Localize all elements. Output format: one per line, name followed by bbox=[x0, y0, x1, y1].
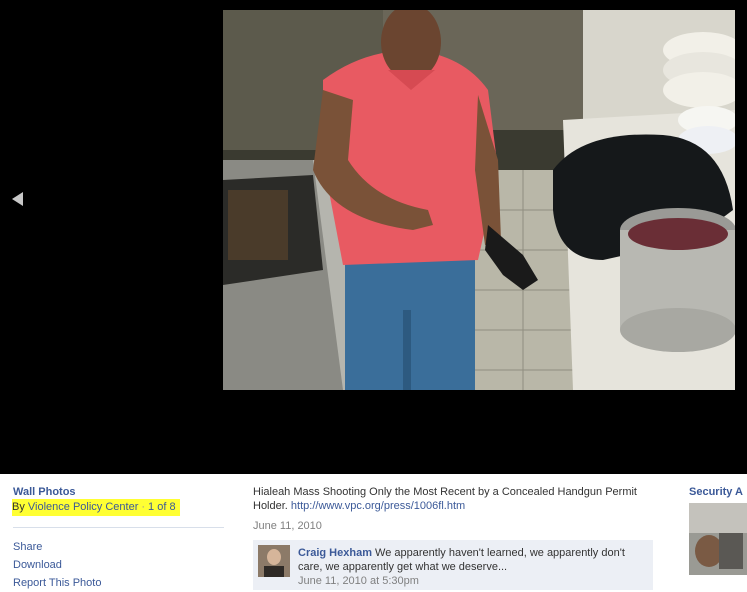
comment-body: Craig Hexham We apparently haven't learn… bbox=[298, 546, 643, 588]
sponsored-title-link[interactable]: Security A bbox=[689, 485, 747, 499]
owner-link[interactable]: Violence Policy Center bbox=[28, 501, 138, 513]
album-title-link[interactable]: Wall Photos bbox=[13, 485, 224, 499]
comment-author-link[interactable]: Craig Hexham bbox=[298, 547, 372, 559]
photo-info-panel: Wall Photos By Violence Policy Center · 1 … bbox=[0, 474, 747, 590]
sponsored-thumbnail bbox=[689, 503, 747, 575]
caption-date: June 11, 2010 bbox=[253, 520, 322, 532]
previous-photo-icon[interactable] bbox=[12, 192, 23, 206]
comment: Craig Hexham We apparently haven't learn… bbox=[253, 540, 653, 590]
sponsored-column: Security A bbox=[689, 485, 747, 575]
photo-position: 1 of 8 bbox=[148, 501, 176, 513]
avatar-image bbox=[258, 545, 290, 577]
caption-area: Hialeah Mass Shooting Only the Most Rece… bbox=[253, 485, 653, 590]
byline-prefix: By bbox=[12, 501, 25, 513]
caption-link[interactable]: http://www.vpc.org/press/1006fl.htm bbox=[291, 500, 465, 512]
comment-time: June 11, 2010 at 5:30pm bbox=[298, 575, 419, 587]
sponsored-image[interactable] bbox=[689, 503, 747, 575]
commenter-avatar[interactable] bbox=[258, 545, 290, 577]
album-info: Wall Photos By Violence Policy Center · 1 … bbox=[12, 485, 224, 592]
byline-separator: · bbox=[141, 501, 146, 513]
share-link[interactable]: Share bbox=[13, 538, 224, 556]
photo[interactable] bbox=[223, 10, 735, 390]
download-link[interactable]: Download bbox=[13, 556, 224, 574]
byline: By Violence Policy Center · 1 of 8 bbox=[12, 499, 180, 516]
photo-illustration bbox=[223, 10, 735, 390]
divider bbox=[13, 527, 224, 528]
photo-viewer-stage bbox=[0, 0, 747, 474]
report-photo-link[interactable]: Report This Photo bbox=[13, 574, 224, 592]
photo-caption: Hialeah Mass Shooting Only the Most Rece… bbox=[253, 485, 653, 513]
